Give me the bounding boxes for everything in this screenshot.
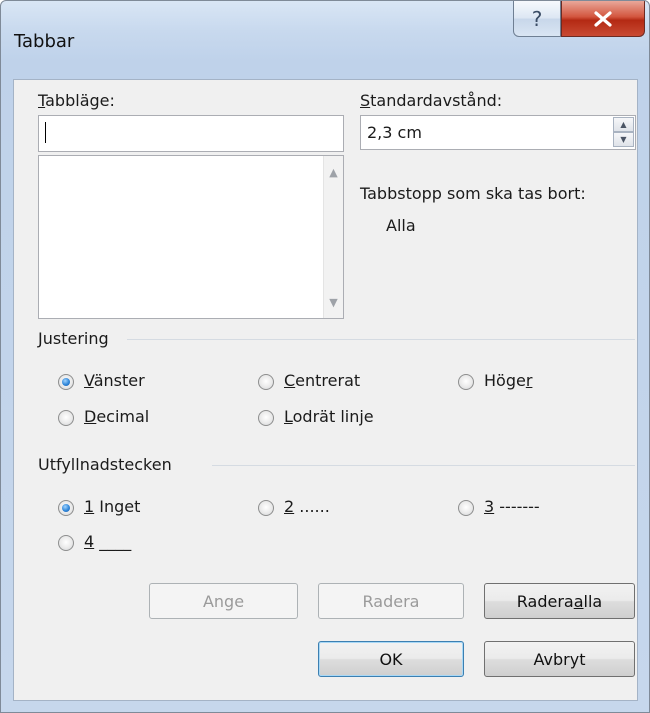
leader-underline-radio[interactable]	[58, 535, 74, 551]
leader-dashes-label[interactable]: 3 -------	[484, 497, 540, 516]
leader-dashes-radio[interactable]	[458, 500, 474, 516]
window-title: Tabbar	[14, 31, 75, 52]
align-bar-label[interactable]: Lodrät linje	[284, 407, 374, 426]
help-icon: ?	[531, 6, 543, 31]
tab-position-list[interactable]: ▲ ▼	[38, 155, 344, 319]
text-caret	[45, 122, 46, 143]
leader-none-radio[interactable]	[58, 500, 74, 516]
close-icon	[594, 10, 612, 27]
leader-group-label: Utfyllnadstecken	[38, 455, 172, 474]
to-clear-value: Alla	[386, 216, 416, 235]
leader-dots-label[interactable]: 2 ......	[284, 497, 330, 516]
clear-all-button[interactable]: Radera a lla	[484, 583, 635, 619]
title-bar[interactable]: Tabbar ?	[1, 1, 649, 79]
align-right-label[interactable]: Höger	[484, 371, 532, 390]
default-spacing-label: Standardavstånd:	[360, 91, 503, 110]
set-button[interactable]: Ange	[149, 583, 298, 619]
tab-position-label: Tabbläge:	[38, 91, 115, 110]
leader-none-label[interactable]: 1 Inget	[84, 497, 140, 516]
ok-button[interactable]: OK	[318, 641, 464, 677]
align-right-radio[interactable]	[458, 374, 474, 390]
leader-underline-label[interactable]: 4 ____	[84, 532, 131, 551]
close-button[interactable]	[561, 1, 645, 37]
align-bar-radio[interactable]	[258, 410, 274, 426]
spin-down-icon[interactable]: ▼	[613, 132, 634, 147]
spin-up-icon[interactable]: ▲	[613, 117, 634, 132]
align-decimal-label[interactable]: Decimal	[84, 407, 149, 426]
alignment-divider	[127, 339, 635, 340]
clear-button[interactable]: Radera	[318, 583, 464, 619]
default-spacing-input[interactable]: 2,3 cm ▲ ▼	[360, 115, 636, 150]
to-clear-label: Tabbstopp som ska tas bort:	[360, 184, 586, 203]
scroll-down-icon[interactable]: ▼	[324, 292, 343, 312]
align-left-radio[interactable]	[58, 374, 74, 390]
help-button[interactable]: ?	[513, 1, 561, 37]
alignment-group-label: Justering	[38, 329, 109, 348]
default-spacing-spinner[interactable]: ▲ ▼	[613, 117, 634, 148]
cancel-button[interactable]: Avbryt	[484, 641, 635, 677]
align-left-label[interactable]: Vänster	[84, 371, 145, 390]
align-center-radio[interactable]	[258, 374, 274, 390]
scroll-up-icon[interactable]: ▲	[324, 162, 343, 182]
leader-dots-radio[interactable]	[258, 500, 274, 516]
default-spacing-value: 2,3 cm	[367, 123, 422, 142]
align-decimal-radio[interactable]	[58, 410, 74, 426]
align-center-label[interactable]: Centrerat	[284, 371, 360, 390]
list-scrollbar[interactable]: ▲ ▼	[323, 156, 343, 318]
dialog-body: Tabbläge: ▲ ▼ Standardavstånd: 2,3 cm ▲ …	[13, 79, 638, 701]
tab-position-input[interactable]	[38, 115, 344, 152]
tabs-dialog: Tabbar ? Tabbläge: ▲ ▼ Standardavstånd: …	[0, 0, 650, 713]
leader-divider	[212, 465, 635, 466]
